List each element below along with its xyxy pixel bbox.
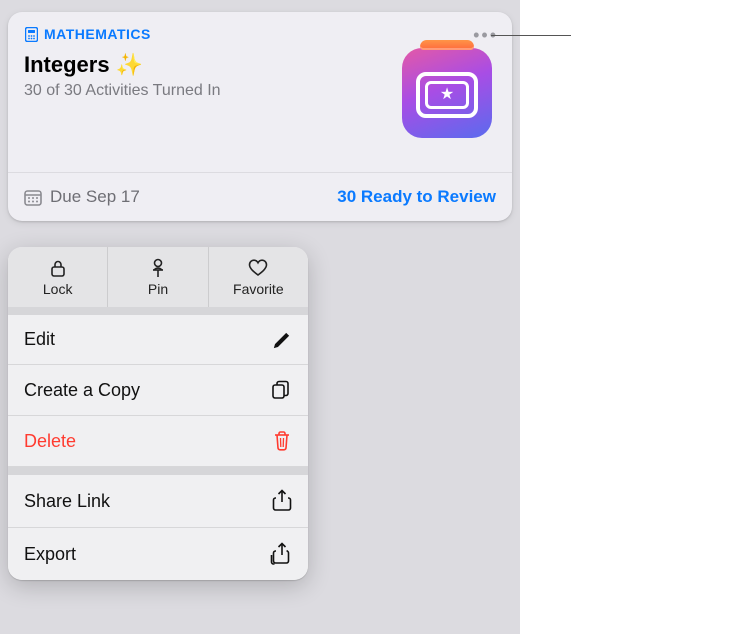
assignment-title: Integers ✨ xyxy=(24,52,402,78)
sparkles-icon: ✨ xyxy=(116,52,143,77)
export-icon xyxy=(270,542,292,566)
copy-menu-item[interactable]: Create a Copy xyxy=(8,365,308,416)
lock-action[interactable]: Lock xyxy=(8,247,108,307)
share-link-menu-item[interactable]: Share Link xyxy=(8,475,308,528)
share-link-label: Share Link xyxy=(24,491,110,512)
edit-menu-item[interactable]: Edit xyxy=(8,315,308,365)
trash-icon xyxy=(272,430,292,452)
ready-to-review-link[interactable]: 30 Ready to Review xyxy=(337,187,496,207)
subject-row: MATHEMATICS xyxy=(24,26,402,42)
export-menu-item[interactable]: Export xyxy=(8,528,308,580)
delete-menu-item[interactable]: Delete xyxy=(8,416,308,467)
subject-label: MATHEMATICS xyxy=(44,26,151,42)
due-date: Due Sep 17 xyxy=(24,187,140,207)
copy-icon xyxy=(270,379,292,401)
pencil-icon xyxy=(272,330,292,350)
edit-label: Edit xyxy=(24,329,55,350)
export-label: Export xyxy=(24,544,76,565)
turned-in-count: 30 of 30 Activities Turned In xyxy=(24,82,402,100)
lock-label: Lock xyxy=(8,281,107,297)
delete-label: Delete xyxy=(24,431,76,452)
calendar-icon xyxy=(24,189,42,206)
heart-icon xyxy=(209,257,308,279)
star-icon: ★ xyxy=(440,87,454,103)
share-icon xyxy=(272,489,292,513)
favorite-action[interactable]: Favorite xyxy=(209,247,308,307)
calculator-icon xyxy=(24,27,38,41)
pin-action[interactable]: Pin xyxy=(108,247,208,307)
app-icon: ★ xyxy=(402,48,492,138)
lock-icon xyxy=(8,257,107,279)
pin-icon xyxy=(108,257,207,279)
copy-label: Create a Copy xyxy=(24,380,140,401)
assignment-card[interactable]: ••• xyxy=(8,12,512,221)
favorite-label: Favorite xyxy=(209,281,308,297)
context-menu: Lock Pin Fa xyxy=(8,247,308,580)
pin-label: Pin xyxy=(108,281,207,297)
callout-line xyxy=(491,35,571,36)
